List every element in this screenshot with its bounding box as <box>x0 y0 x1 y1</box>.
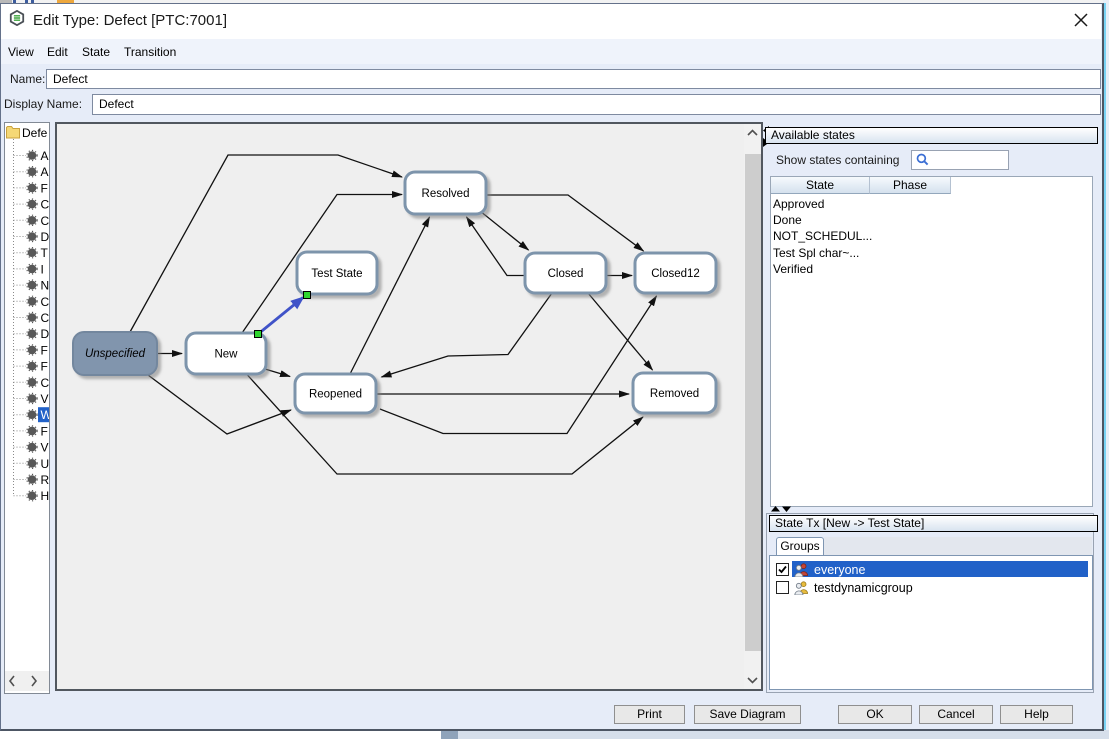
svg-text:C: C <box>41 376 50 390</box>
svg-text:F: F <box>41 424 48 438</box>
svg-text:D: D <box>41 230 50 244</box>
svg-text:Resolved: Resolved <box>422 188 470 200</box>
svg-text:F: F <box>41 360 48 374</box>
svg-text:A: A <box>41 165 49 179</box>
svg-text:Removed: Removed <box>650 388 699 400</box>
svg-text:V: V <box>41 392 49 406</box>
svg-text:C: C <box>41 311 50 325</box>
svg-text:A: A <box>41 149 49 163</box>
svg-text:N: N <box>41 279 50 293</box>
svg-text:C: C <box>41 198 50 212</box>
svg-text:F: F <box>41 181 48 195</box>
svg-text:C: C <box>41 214 50 228</box>
svg-text:U: U <box>41 457 50 471</box>
svg-text:Unspecified: Unspecified <box>85 348 146 360</box>
svg-text:T: T <box>41 246 49 260</box>
svg-text:Reopened: Reopened <box>309 389 362 401</box>
svg-text:Defe: Defe <box>22 126 48 140</box>
svg-text:Test State: Test State <box>311 268 362 280</box>
svg-text:F: F <box>41 343 48 357</box>
svg-text:Closed12: Closed12 <box>651 268 700 280</box>
svg-text:Closed: Closed <box>548 268 584 280</box>
svg-text:R: R <box>41 473 50 487</box>
svg-text:W: W <box>41 408 50 422</box>
svg-text:V: V <box>41 441 49 455</box>
svg-text:D: D <box>41 327 50 341</box>
svg-text:I: I <box>41 262 44 276</box>
svg-text:H: H <box>41 489 50 503</box>
svg-text:New: New <box>214 349 238 361</box>
svg-text:C: C <box>41 295 50 309</box>
